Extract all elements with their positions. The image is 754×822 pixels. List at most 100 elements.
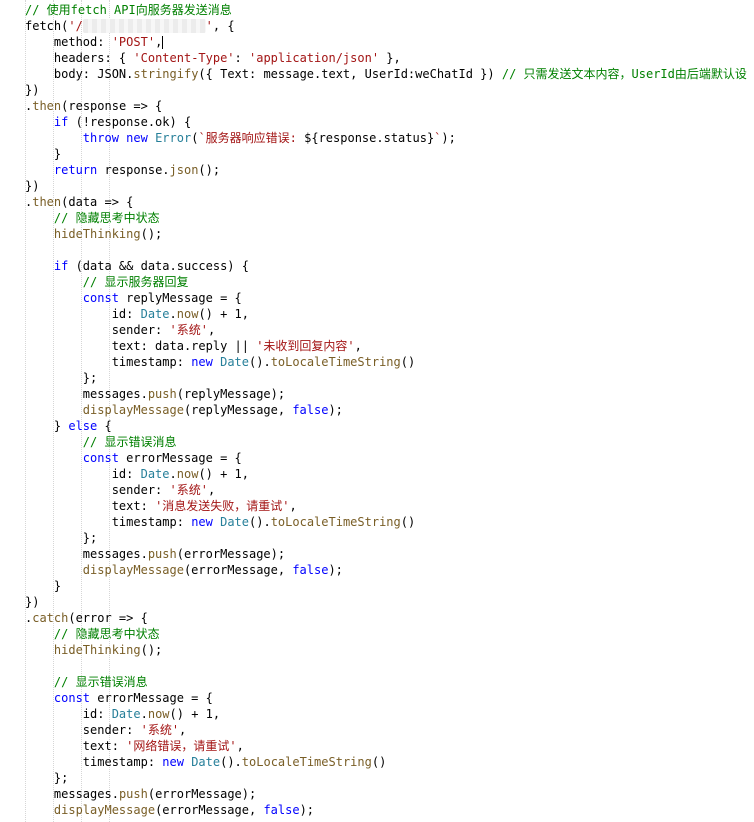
code-line[interactable]: displayMessage(replyMessage, false); xyxy=(25,402,747,418)
code-token: () + 1, xyxy=(198,307,250,321)
code-line[interactable]: }) xyxy=(25,82,747,98)
code-line[interactable]: const errorMessage = { xyxy=(25,450,747,466)
code-token: then xyxy=(32,195,62,209)
code-line[interactable]: // 隐藏思考中状态 xyxy=(25,210,747,226)
code-line[interactable]: // 隐藏思考中状态 xyxy=(25,626,747,642)
code-line[interactable]: headers: { 'Content-Type': 'application/… xyxy=(25,50,747,66)
code-token: () xyxy=(400,355,416,369)
code-token: if xyxy=(53,259,69,273)
code-token: '未收到回复内容' xyxy=(256,339,355,353)
code-token: // 显示服务器回复 xyxy=(82,275,189,289)
code-line[interactable]: // 显示错误消息 xyxy=(25,674,747,690)
code-line[interactable]: .then(response => { xyxy=(25,98,747,114)
code-token: 'POST' xyxy=(111,35,156,49)
code-token: Date xyxy=(191,755,221,769)
code-line[interactable]: body: JSON.stringify({ Text: message.tex… xyxy=(25,66,747,82)
code-line[interactable]: .catch(error => { xyxy=(25,610,747,626)
code-token: new xyxy=(191,355,213,369)
code-token: (errorMessage, xyxy=(155,803,264,817)
code-line[interactable]: }) xyxy=(25,594,747,610)
code-token: ' xyxy=(205,19,213,33)
code-line[interactable]: timestamp: new Date().toLocaleTimeString… xyxy=(25,514,747,530)
code-token: toLocaleTimeString xyxy=(241,755,372,769)
code-line[interactable]: displayMessage(errorMessage, false); xyxy=(25,562,747,578)
code-editor[interactable]: // 使用fetch API向服务器发送消息fetch('/xxxxxxxxxx… xyxy=(0,0,754,822)
code-line[interactable]: return response.json(); xyxy=(25,162,747,178)
code-line[interactable]: if (!response.ok) { xyxy=(25,114,747,130)
code-line[interactable] xyxy=(25,658,747,674)
code-line[interactable]: text: '网络错误，请重试', xyxy=(25,738,747,754)
code-token: . xyxy=(169,307,177,321)
code-line[interactable]: }; xyxy=(25,770,747,786)
code-line[interactable]: sender: '系统', xyxy=(25,722,747,738)
code-token: ${response.status} xyxy=(304,131,435,145)
code-line[interactable]: messages.push(errorMessage); xyxy=(25,786,747,802)
code-line[interactable]: id: Date.now() + 1, xyxy=(25,706,747,722)
code-line[interactable]: hideThinking(); xyxy=(25,642,747,658)
code-token: (); xyxy=(140,643,163,657)
code-token: (). xyxy=(220,755,242,769)
code-token: // 隐藏思考中状态 xyxy=(53,627,160,641)
code-token: , xyxy=(207,483,216,497)
code-line[interactable]: } else { xyxy=(25,418,747,434)
code-token: sender: xyxy=(111,323,170,337)
code-line[interactable]: messages.push(replyMessage); xyxy=(25,386,747,402)
code-line[interactable]: sender: '系统', xyxy=(25,322,747,338)
code-line[interactable]: hideThinking(); xyxy=(25,226,747,242)
code-line[interactable]: method: 'POST', xyxy=(25,34,747,50)
code-line[interactable]: id: Date.now() + 1, xyxy=(25,306,747,322)
code-line[interactable]: fetch('/xxxxxxxxxxxxxxxxx', { xyxy=(25,18,747,34)
code-line[interactable]: if (data && data.success) { xyxy=(25,258,747,274)
code-line[interactable]: text: '消息发送失败，请重试', xyxy=(25,498,747,514)
code-line[interactable]: sender: '系统', xyxy=(25,482,747,498)
code-line[interactable]: throw new Error(`服务器响应错误: ${response.sta… xyxy=(25,130,747,146)
code-line[interactable]: // 显示错误消息 xyxy=(25,434,747,450)
code-token: (). xyxy=(249,515,271,529)
code-line[interactable]: timestamp: new Date().toLocaleTimeString… xyxy=(25,754,747,770)
code-line[interactable]: }; xyxy=(25,530,747,546)
code-token: `服务器响应错误: xyxy=(198,131,305,145)
code-token: throw xyxy=(82,131,119,145)
code-token: new xyxy=(191,515,213,529)
code-token: headers: { xyxy=(53,51,134,65)
code-token: Date xyxy=(140,307,170,321)
code-line[interactable]: const replyMessage = { xyxy=(25,290,747,306)
code-token: false xyxy=(292,403,329,417)
code-line[interactable]: }) xyxy=(25,178,747,194)
code-line[interactable]: text: data.reply || '未收到回复内容', xyxy=(25,338,747,354)
code-token: if xyxy=(53,115,69,129)
code-line[interactable]: .then(data => { xyxy=(25,194,747,210)
code-line[interactable]: id: Date.now() + 1, xyxy=(25,466,747,482)
code-token: Date xyxy=(220,355,250,369)
code-line[interactable]: const errorMessage = { xyxy=(25,690,747,706)
code-token: text: xyxy=(111,499,156,513)
code-token: displayMessage xyxy=(53,803,156,817)
code-line[interactable]: } xyxy=(25,146,747,162)
code-line[interactable]: timestamp: new Date().toLocaleTimeString… xyxy=(25,354,747,370)
code-line[interactable]: messages.push(errorMessage); xyxy=(25,546,747,562)
code-line[interactable]: } xyxy=(25,578,747,594)
code-line[interactable]: displayMessage(errorMessage, false); xyxy=(25,802,747,818)
code-line[interactable]: }; xyxy=(25,370,747,386)
code-line[interactable]: // 显示服务器回复 xyxy=(25,274,747,290)
code-line[interactable] xyxy=(25,242,747,258)
code-token: Date xyxy=(140,467,170,481)
code-line[interactable]: // 使用fetch API向服务器发送消息 xyxy=(25,2,747,18)
code-area[interactable]: // 使用fetch API向服务器发送消息fetch('/xxxxxxxxxx… xyxy=(25,2,747,818)
code-token: text: xyxy=(82,739,127,753)
